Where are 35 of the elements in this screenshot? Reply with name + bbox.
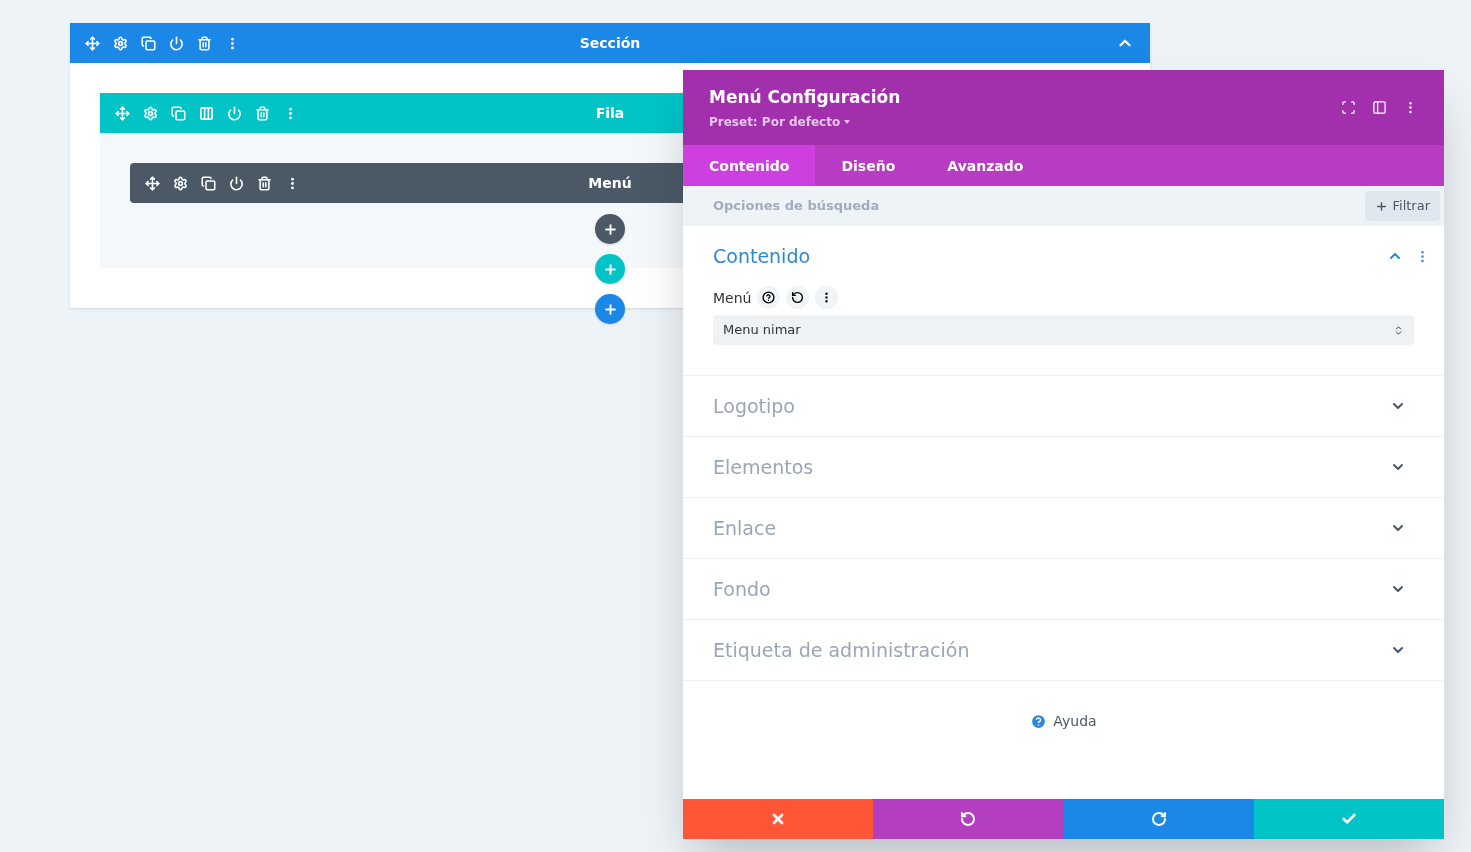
help-icon xyxy=(1030,712,1048,730)
plus-icon xyxy=(602,221,618,237)
select-arrows-icon xyxy=(1393,324,1404,336)
search-field[interactable]: Opciones de búsqueda Filtrar xyxy=(683,186,1444,226)
group-title[interactable]: Contenido xyxy=(713,241,811,271)
fullscreen-icon[interactable] xyxy=(1341,100,1356,115)
tab[interactable]: Diseño xyxy=(815,145,922,186)
bar-title: Sección xyxy=(579,34,641,53)
group-title[interactable]: Logotipo xyxy=(713,391,795,421)
plus-icon xyxy=(602,261,618,277)
tab[interactable]: Contenido xyxy=(683,145,816,186)
bar-title: Fila xyxy=(595,104,625,123)
group-title[interactable]: Enlace xyxy=(713,513,777,543)
caret-icon xyxy=(844,120,851,125)
check-icon xyxy=(1340,811,1357,827)
more-icon[interactable] xyxy=(815,286,839,309)
tab[interactable]: Avanzado xyxy=(921,145,1050,186)
group-title[interactable]: Elementos xyxy=(713,452,814,482)
help-link[interactable]: Ayuda xyxy=(1030,711,1097,731)
bar-title: Menú xyxy=(588,174,632,193)
plus-icon xyxy=(602,301,618,317)
filter-button[interactable]: Filtrar xyxy=(1365,191,1440,221)
preset-dropdown[interactable]: Preset: Por defecto xyxy=(709,114,901,131)
sidebar-icon[interactable] xyxy=(1372,100,1387,115)
add-button[interactable] xyxy=(595,294,625,324)
panel-title: Menú Configuración xyxy=(709,85,901,109)
field-label: Menú xyxy=(713,288,752,308)
undo-icon xyxy=(960,811,977,827)
plus-icon xyxy=(1375,199,1389,213)
help-icon[interactable] xyxy=(757,286,781,309)
group-title[interactable]: Etiqueta de administración xyxy=(713,635,970,665)
menu-select[interactable]: Menu nimar xyxy=(713,315,1414,345)
group-title[interactable]: Fondo xyxy=(713,574,771,604)
reset-icon[interactable] xyxy=(786,286,810,309)
redo-icon xyxy=(1150,811,1167,827)
